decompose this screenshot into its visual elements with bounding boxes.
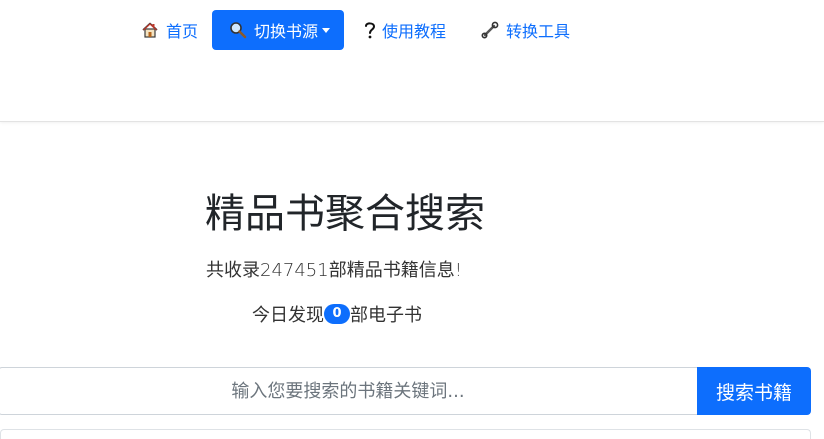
nav-tools-label: 转换工具: [506, 22, 571, 41]
page-title: 精品书聚合搜索: [205, 191, 485, 237]
today-suffix: 部电子书: [350, 305, 422, 326]
magnifier-icon: [228, 20, 248, 40]
nav-home-link[interactable]: 首页: [140, 10, 198, 50]
caret-down-icon: [322, 27, 331, 33]
search-input[interactable]: [0, 367, 697, 415]
results-panel: [0, 429, 811, 439]
wrench-icon: [480, 20, 500, 40]
switch-source-dropdown[interactable]: 切换书源: [212, 10, 345, 50]
today-prefix: 今日发现: [252, 305, 324, 326]
nav-home-label: 首页: [166, 22, 199, 41]
nav-tutorial-label: 使用教程: [382, 22, 447, 41]
collection-count-text: 共收录247451部精品书籍信息!: [206, 260, 462, 281]
nav-tools-link[interactable]: 转换工具: [480, 10, 570, 50]
house-icon: [140, 20, 160, 40]
search-button[interactable]: 搜索书籍: [697, 367, 811, 415]
question-icon: [362, 20, 378, 40]
nav-tutorial-link[interactable]: 使用教程: [362, 10, 446, 50]
switch-source-label: 切换书源: [254, 22, 319, 41]
top-navbar: 首页 切换书源 使用教程 转换工具: [0, 0, 824, 122]
today-count-badge: 0: [324, 304, 350, 324]
today-discovered: 今日发现 0 部电子书: [252, 301, 422, 327]
